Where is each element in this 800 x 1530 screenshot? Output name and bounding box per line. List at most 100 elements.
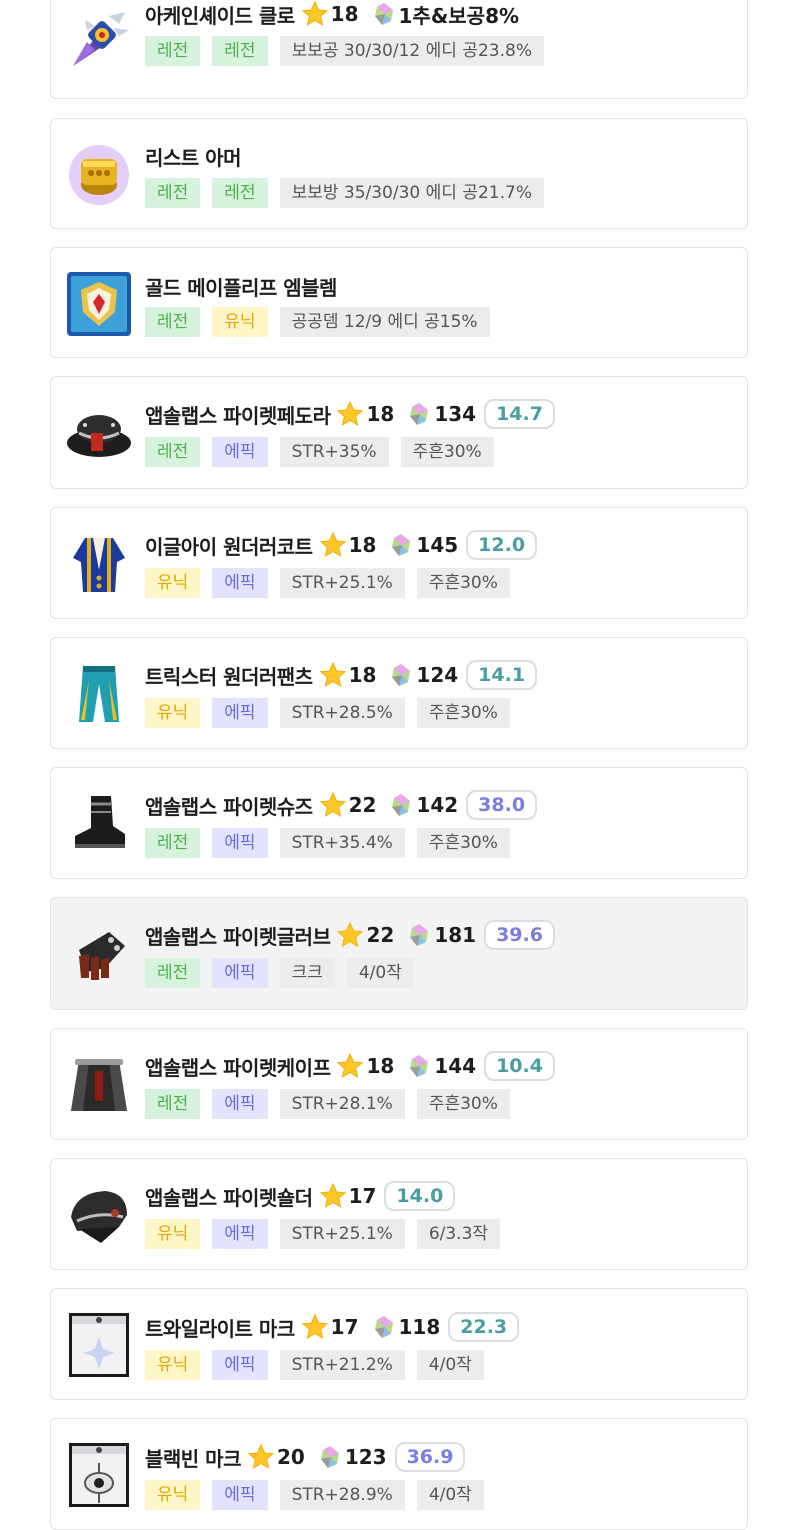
star-icon <box>319 791 347 819</box>
option-tag: STR+25.1% <box>279 1219 405 1249</box>
arcane-claw-icon <box>65 6 133 74</box>
item-card[interactable]: 앱솔랩스 파이렛케이프 18 144 10.4 레전 에픽 STR+28.1% 주흔30% <box>50 1028 748 1140</box>
cube-value: 134 <box>434 402 477 426</box>
cube-icon <box>390 663 412 687</box>
option-tag: STR+28.9% <box>279 1480 405 1510</box>
item-header: 앱솔랩스 파이렛글러브 22 181 39.6 <box>145 918 555 952</box>
option-tag: 6/3.3작 <box>416 1219 501 1249</box>
item-card[interactable]: 앱솔랩스 파이렛글러브 22 181 39.6 레전 에픽 크크 4/0작 <box>50 897 748 1010</box>
item-card[interactable]: 리스트 아머레전 레전 보보방 35/30/30 에디 공21.7% <box>50 118 748 229</box>
twilight-mark-icon <box>65 1311 133 1379</box>
item-header: 앱솔랩스 파이렛페도라 18 134 14.7 <box>145 397 555 431</box>
item-header: 리스트 아머 <box>145 139 241 173</box>
item-card[interactable]: 골드 메이플리프 엠블렘 레전 유닉 공공뎀 12/9 에디 공15% <box>50 247 748 358</box>
option-tag: 주흔30% <box>416 698 510 728</box>
potential-tag-legendary: 레전 <box>145 828 201 858</box>
item-tags: 유닉 에픽 STR+28.5% 주흔30% <box>145 698 522 728</box>
item-tags: 레전 레전 보보방 35/30/30 에디 공21.7% <box>145 178 556 208</box>
option-tag: 주흔30% <box>400 437 494 467</box>
glove-icon <box>65 920 133 988</box>
pants-icon <box>65 660 133 728</box>
item-card[interactable]: 블랙빈 마크 20 123 36.9 유닉 에픽 STR+28.9% 4/0작 <box>50 1418 748 1530</box>
option-tag: STR+28.1% <box>279 1089 405 1119</box>
cube-value: 118 <box>398 1315 441 1339</box>
potential-tag-unique: 유닉 <box>145 698 201 728</box>
option-tag: 공공뎀 12/9 에디 공15% <box>279 307 490 337</box>
item-header: 앱솔랩스 파이렛숄더 17 14.0 <box>145 1179 456 1213</box>
cube-icon <box>408 1054 430 1078</box>
item-header: 트와일라이트 마크 17 118 22.3 <box>145 1310 520 1344</box>
potential-tag-epic: 에픽 <box>212 698 268 728</box>
option-tag: STR+35.4% <box>279 828 405 858</box>
potential-tag-legendary: 레전 <box>145 1089 201 1119</box>
score-badge: 36.9 <box>394 1442 466 1472</box>
option-tag: STR+28.5% <box>279 698 405 728</box>
item-tags: 유닉 에픽 STR+28.9% 4/0작 <box>145 1480 496 1510</box>
item-header: 앱솔랩스 파이렛케이프 18 144 10.4 <box>145 1049 555 1083</box>
score-badge: 10.4 <box>484 1051 555 1081</box>
cube-value: 123 <box>344 1445 387 1469</box>
option-tag: 주흔30% <box>416 1089 510 1119</box>
score-badge: 14.1 <box>466 660 538 690</box>
item-tags: 유닉 에픽 STR+25.1% 6/3.3작 <box>145 1219 512 1249</box>
item-card[interactable]: 앱솔랩스 파이렛페도라 18 134 14.7 레전 에픽 STR+35% 주흔30% <box>50 376 748 489</box>
potential-tag-legendary: 레전 <box>145 178 201 208</box>
item-name: 리스트 아머 <box>145 145 241 170</box>
item-card[interactable]: 트와일라이트 마크 17 118 22.3 유닉 에픽 STR+21.2% 4/0작 <box>50 1288 748 1400</box>
potential-tag-legendary: 레전 <box>212 178 268 208</box>
emblem-icon <box>65 270 133 338</box>
star-icon <box>319 1182 347 1210</box>
item-name: 이글아이 원더러코트 <box>145 534 313 559</box>
item-name: 골드 메이플리프 엠블렘 <box>145 275 337 300</box>
item-name: 앱솔랩스 파이렛케이프 <box>145 1055 331 1080</box>
wrist-armor-icon <box>65 141 133 209</box>
potential-tag-epic: 에픽 <box>212 1480 268 1510</box>
starforce-count: 18 <box>348 663 377 687</box>
potential-tag-unique: 유닉 <box>145 1480 201 1510</box>
item-name: 트와일라이트 마크 <box>145 1316 295 1341</box>
option-tag: STR+35% <box>279 437 389 467</box>
score-badge: 39.6 <box>484 920 555 950</box>
item-header: 블랙빈 마크 20 123 36.9 <box>145 1440 466 1474</box>
potential-tag-epic: 에픽 <box>212 1219 268 1249</box>
item-card[interactable]: 앱솔랩스 파이렛슈즈 22 142 38.0 레전 에픽 STR+35.4% 주흔30% <box>50 767 748 879</box>
item-tags: 유닉 에픽 STR+25.1% 주흔30% <box>145 568 522 598</box>
score-badge: 14.0 <box>384 1181 456 1211</box>
star-icon <box>336 400 364 428</box>
score-badge: 12.0 <box>466 530 538 560</box>
coat-icon <box>65 530 133 598</box>
option-tag: 4/0작 <box>416 1480 484 1510</box>
starforce-count: 18 <box>366 402 395 426</box>
starforce-count: 18 <box>330 2 359 26</box>
potential-tag-unique: 유닉 <box>212 307 268 337</box>
option-tag: 크크 <box>279 958 335 988</box>
item-card[interactable]: 아케인셰이드 클로 18 1추&보공8% 레전 레전 보보공 30/30/12 에디 공2… <box>50 0 748 99</box>
option-tag: 4/0작 <box>416 1350 484 1380</box>
cube-value: 144 <box>434 1054 477 1078</box>
item-header: 앱솔랩스 파이렛슈즈 22 142 38.0 <box>145 788 538 822</box>
item-tags: 레전 에픽 STR+28.1% 주흔30% <box>145 1089 522 1119</box>
cube-value: 1추&보공8% <box>398 3 520 28</box>
item-name: 블랙빈 마크 <box>145 1446 241 1471</box>
item-tags: 레전 에픽 STR+35% 주흔30% <box>145 437 506 467</box>
cube-icon <box>373 1315 395 1339</box>
item-card[interactable]: 이글아이 원더러코트 18 145 12.0 유닉 에픽 STR+25.1% 주흔30% <box>50 507 748 619</box>
item-name: 앱솔랩스 파이렛페도라 <box>145 403 331 428</box>
item-card[interactable]: 트릭스터 원더러팬츠 18 124 14.1 유닉 에픽 STR+28.5% 주흔30% <box>50 637 748 749</box>
cube-value: 145 <box>416 533 459 557</box>
option-tag: 보보공 30/30/12 에디 공23.8% <box>279 36 544 66</box>
potential-tag-legendary: 레전 <box>212 36 268 66</box>
item-name: 앱솔랩스 파이렛슈즈 <box>145 794 313 819</box>
cube-icon <box>408 923 430 947</box>
starforce-count: 18 <box>348 533 377 557</box>
item-header: 트릭스터 원더러팬츠 18 124 14.1 <box>145 658 538 692</box>
potential-tag-unique: 유닉 <box>145 568 201 598</box>
option-tag: 보보방 35/30/30 에디 공21.7% <box>279 178 544 208</box>
score-badge: 22.3 <box>448 1312 520 1342</box>
option-tag: STR+25.1% <box>279 568 405 598</box>
item-header: 아케인셰이드 클로 18 1추&보공8% <box>145 0 519 31</box>
potential-tag-epic: 에픽 <box>212 568 268 598</box>
potential-tag-epic: 에픽 <box>212 828 268 858</box>
cube-icon <box>390 793 412 817</box>
item-card[interactable]: 앱솔랩스 파이렛숄더 17 14.0 유닉 에픽 STR+25.1% 6/3.3작 <box>50 1158 748 1270</box>
